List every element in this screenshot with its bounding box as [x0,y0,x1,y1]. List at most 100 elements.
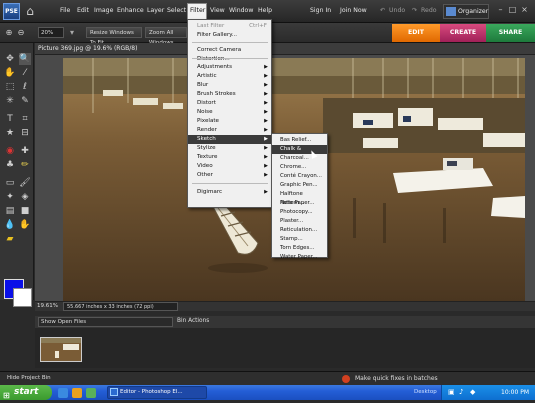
submenu-item-reticulation[interactable]: Reticulation... [272,226,327,235]
menu-help[interactable]: Help [258,7,272,14]
submenu-item-photocopy[interactable]: Photocopy... [272,208,327,217]
menu-layer[interactable]: Layer [147,7,164,14]
redo-button[interactable]: Redo [421,7,437,14]
menu-item-texture[interactable]: Texture ▶ [188,153,271,162]
zoom-level-readout[interactable]: 19.61% [37,303,58,309]
sponge-tool-alt-icon[interactable]: ▰ [4,233,16,245]
hide-project-bin-toggle[interactable]: Hide Project Bin [7,375,51,381]
submenu-item-plaster[interactable]: Plaster... [272,217,327,226]
network-icon[interactable]: ▣ [448,388,455,396]
blur-tool-icon[interactable]: 💧 [4,219,16,231]
menu-item-filter-gallery[interactable]: Filter Gallery... [188,31,271,40]
move-tool-icon[interactable]: ✥ [4,53,16,65]
desktop-toolbar-label[interactable]: Desktop [414,389,437,395]
menu-edit[interactable]: Edit [77,7,89,14]
eyedropper-tool-icon[interactable]: ⁄ [19,67,31,79]
quick-fix-hint[interactable]: Make quick fixes in batches [355,375,438,382]
marquee-tool-icon[interactable]: ⬚ [4,81,16,93]
menu-item-other[interactable]: Other ▶ [188,171,271,180]
security-icon[interactable]: ◆ [470,388,475,396]
menu-item-artistic[interactable]: Artistic ▶ [188,72,271,81]
submenu-item-chrome[interactable]: Chrome... [272,163,327,172]
bin-actions-menu[interactable]: Bin Actions [177,318,209,324]
menu-select[interactable]: Select [167,7,186,14]
menu-item-stylize[interactable]: Stylize ▶ [188,144,271,153]
sponge-tool-icon[interactable]: ✋ [19,219,31,231]
menu-item-correct-camera-distortion[interactable]: Correct Camera Distortion... [188,46,271,62]
shape-tool-icon[interactable]: ■ [19,205,31,217]
menu-image[interactable]: Image [94,7,113,14]
zoom-slider-icon[interactable]: ▾ [66,27,78,39]
menu-item-last-filter[interactable]: Last Filter Ctrl+F [188,22,271,31]
magic-wand-tool-icon[interactable]: ✳ [4,95,16,107]
submenu-item-stamp[interactable]: Stamp... [272,235,327,244]
tab-edit[interactable]: EDIT [392,24,440,42]
explorer-icon[interactable] [72,388,82,398]
menu-view[interactable]: View [210,7,225,14]
zoom-all-windows-checkbox[interactable]: Zoom All Windows [145,27,187,46]
ie-icon[interactable] [58,388,68,398]
menu-item-adjustments[interactable]: Adjustments ▶ [188,63,271,72]
zoom-tool-icon[interactable]: 🔍 [19,53,31,65]
submenu-item-halftone-pattern[interactable]: Halftone Pattern... [272,190,327,206]
resize-windows-checkbox[interactable]: Resize Windows To Fit [86,27,142,46]
volume-icon[interactable]: ♪ [459,388,463,396]
pencil-tool-icon[interactable]: ✏ [19,159,31,171]
document-title-bar[interactable]: Picture 369.jpg @ 19.6% (RGB/8) [35,43,535,55]
clock[interactable]: 10:00 PM [501,389,529,396]
menu-item-noise[interactable]: Noise ▶ [188,108,271,117]
tab-create[interactable]: CREATE [440,24,486,42]
brush-tool-icon[interactable]: 🖌 [19,177,31,189]
photo-thumbnail[interactable] [40,337,82,362]
media-player-icon[interactable] [86,388,96,398]
smart-brush-tool-icon[interactable]: ✦ [4,191,16,203]
gradient-tool-icon[interactable]: ▤ [4,205,16,217]
start-button[interactable]: ⊞ start [0,385,52,400]
menu-item-digimarc[interactable]: Digimarc ▶ [188,188,271,197]
maximize-icon[interactable]: □ [507,5,518,15]
menu-enhance[interactable]: Enhance [117,7,144,14]
minimize-icon[interactable]: – [495,5,506,15]
submenu-item-water-paper[interactable]: Water Paper... [272,253,327,260]
submenu-item-torn-edges[interactable]: Torn Edges... [272,244,327,253]
menu-filter[interactable]: Filter [187,3,207,20]
hand-tool-icon[interactable]: ✋ [4,67,16,79]
submenu-item-chalk-charcoal[interactable]: Chalk & Charcoal... [272,145,327,161]
organizer-button[interactable]: Organizer [443,4,489,19]
submenu-item-note-paper[interactable]: Note Paper... [272,199,327,208]
menu-item-blur[interactable]: Blur ▶ [188,81,271,90]
zoom-input[interactable]: 20% [38,27,64,38]
submenu-item-bas-relief[interactable]: Bas Relief... [272,136,327,145]
cookie-cutter-tool-icon[interactable]: ★ [4,127,16,139]
menu-item-distort[interactable]: Distort ▶ [188,99,271,108]
healing-brush-tool-icon[interactable]: ✚ [19,145,31,157]
show-files-select[interactable]: Show Open Files [38,317,173,327]
menu-window[interactable]: Window [229,7,253,14]
lasso-tool-icon[interactable]: ℓ [19,81,31,93]
undo-icon[interactable]: ↶ [380,7,385,14]
red-eye-tool-icon[interactable]: ◉ [4,145,16,157]
menu-item-render[interactable]: Render ▶ [188,126,271,135]
menu-item-sketch[interactable]: Sketch ▶ [188,135,271,144]
join-now-link[interactable]: Join Now [340,7,367,14]
menu-item-brush-strokes[interactable]: Brush Strokes ▶ [188,90,271,99]
tab-share[interactable]: SHARE [486,24,535,42]
clone-stamp-tool-icon[interactable]: ♣ [4,159,16,171]
sign-in-link[interactable]: Sign In [310,7,331,14]
taskbar-item-photoshop[interactable]: Editor - Photoshop El... [107,386,207,399]
menu-file[interactable]: File [60,7,70,14]
undo-button[interactable]: Undo [389,7,405,14]
menu-item-video[interactable]: Video ▶ [188,162,271,171]
menu-item-pixelate[interactable]: Pixelate ▶ [188,117,271,126]
background-color-swatch[interactable] [13,288,32,307]
eraser-tool-icon[interactable]: ▭ [4,177,16,189]
home-icon[interactable]: ⌂ [23,4,37,18]
redo-icon[interactable]: ↷ [412,7,417,14]
submenu-item-charcoal[interactable]: Charcoal... [272,154,327,163]
selection-brush-tool-icon[interactable]: ✎ [19,95,31,107]
paint-bucket-tool-icon[interactable]: ◈ [19,191,31,203]
type-tool-icon[interactable]: T [4,113,16,125]
document-size-info[interactable]: 55.667 inches x 33 inches (72 ppi) [63,302,178,311]
crop-tool-icon[interactable]: ⌗ [19,113,31,125]
zoom-out-icon[interactable]: ⊖ [15,27,27,39]
